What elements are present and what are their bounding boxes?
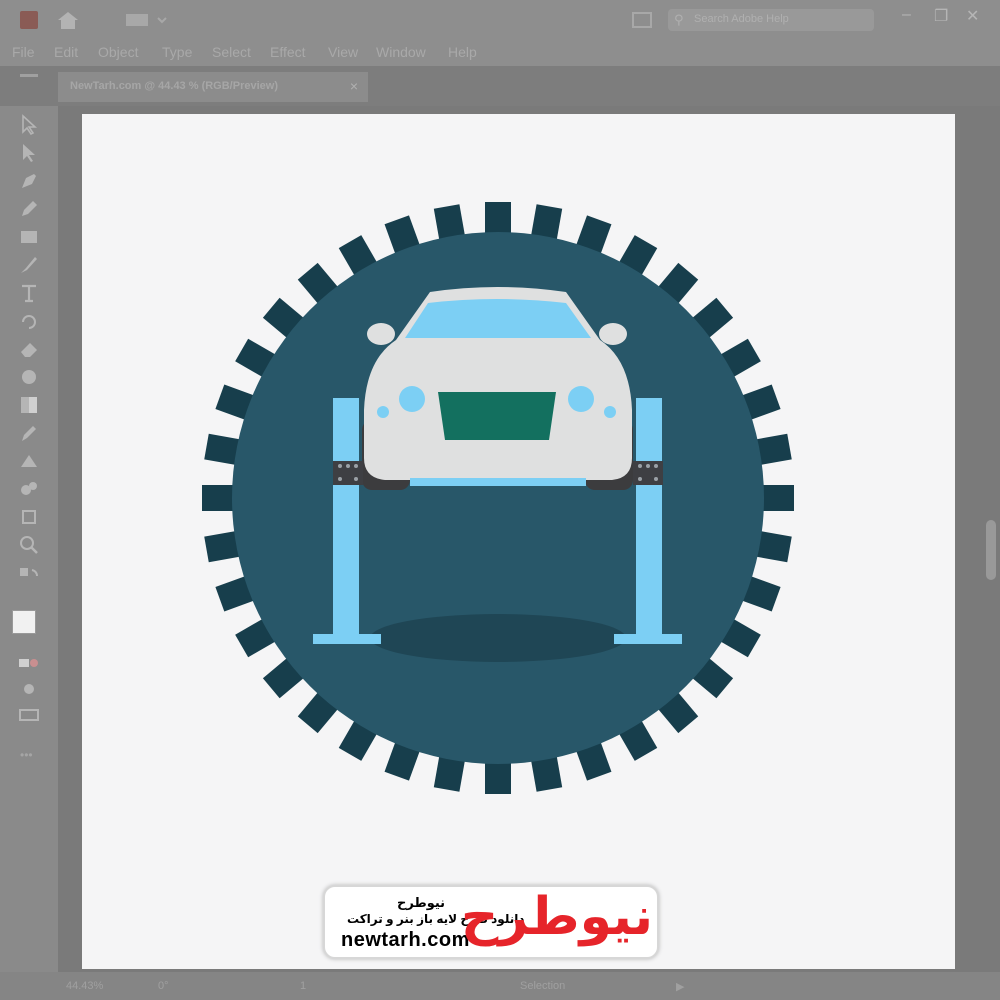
newtarh-logo-text: نیوطرح (460, 887, 653, 947)
lift-platform (410, 478, 586, 486)
status-play-icon[interactable]: ▶ (676, 980, 684, 993)
windshield (405, 299, 591, 338)
right-mirror (599, 323, 627, 345)
status-bar: 44.43% 0° 1 Selection ▶ (0, 972, 1000, 1000)
watermark-url: newtarh.com (341, 929, 470, 951)
right-lift-base (614, 634, 682, 644)
rotation-angle[interactable]: 0° (158, 980, 169, 992)
newtarh-logo: نیوطرح (461, 887, 653, 951)
zoom-level[interactable]: 44.43% (66, 980, 103, 992)
left-mirror (367, 323, 395, 345)
left-fog-light (377, 406, 389, 418)
lift-shadow (370, 614, 626, 662)
left-headlight (399, 386, 425, 412)
right-fog-light (604, 406, 616, 418)
newtarh-watermark: نیوطرح دانلود طرح لایه باز بنر و تراکت n… (323, 885, 659, 959)
grille (438, 392, 556, 440)
left-lift-base (313, 634, 381, 644)
car-lift-illustration[interactable] (0, 0, 1000, 1000)
left-lift-post (333, 398, 359, 642)
right-lift-post (636, 398, 662, 642)
watermark-title: نیوطرح (397, 895, 446, 910)
status-mode: Selection (520, 980, 566, 992)
right-headlight (568, 386, 594, 412)
artboard-number[interactable]: 1 (300, 980, 306, 992)
